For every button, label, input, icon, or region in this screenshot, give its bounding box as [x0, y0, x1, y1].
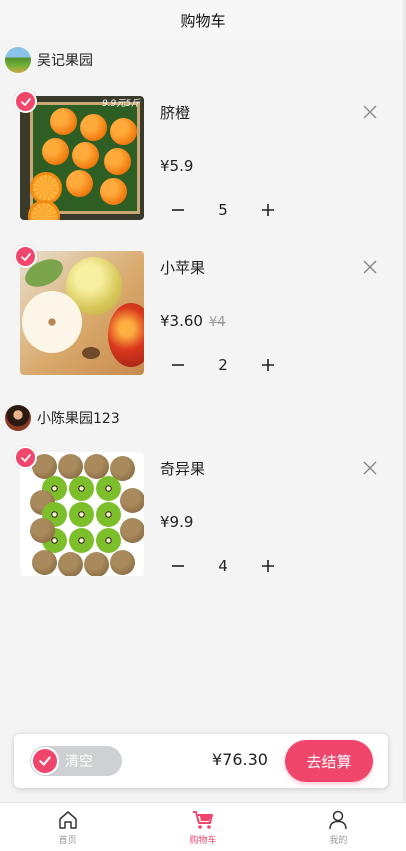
tab-profile[interactable]: 我的 [271, 803, 406, 851]
cart-item: 小苹果 ¥3.60 ¥4 2 [0, 245, 406, 400]
page-title: 购物车 [180, 11, 226, 30]
shop-header[interactable]: 吴记果园 [0, 40, 406, 80]
product-price: ¥3.60 ¥4 [160, 312, 226, 330]
quantity-stepper: 4 [168, 554, 278, 578]
plus-icon [262, 359, 274, 371]
tab-cart[interactable]: 购物车 [135, 803, 270, 851]
user-icon [329, 810, 348, 830]
quantity-stepper: 5 [168, 198, 278, 222]
close-icon [363, 105, 377, 119]
product-name: 奇异果 [160, 460, 206, 478]
quantity-value[interactable]: 4 [208, 557, 238, 575]
shop-header[interactable]: 小陈果园123 [0, 398, 406, 438]
quantity-stepper: 2 [168, 353, 278, 377]
decrease-button[interactable] [168, 556, 188, 576]
select-all-checkbox[interactable] [31, 747, 59, 775]
check-icon [20, 453, 31, 462]
product-image[interactable] [20, 251, 144, 375]
product-name: 脐橙 [160, 104, 191, 122]
clear-label: 清空 [65, 754, 93, 770]
minus-icon [172, 364, 184, 366]
total-price: ¥76.30 [212, 750, 268, 769]
remove-item-button[interactable] [362, 460, 378, 476]
tab-bar: 首页 购物车 我的 [0, 802, 406, 851]
product-image[interactable]: 9.9元5斤 [20, 96, 144, 220]
minus-icon [172, 209, 184, 211]
increase-button[interactable] [258, 355, 278, 375]
shop-avatar [5, 405, 31, 431]
plus-icon [262, 204, 274, 216]
decrease-button[interactable] [168, 200, 188, 220]
quantity-value[interactable]: 5 [208, 201, 238, 219]
tab-label: 首页 [58, 836, 77, 846]
minus-icon [172, 565, 184, 567]
cart-item: 9.9元5斤 脐橙 ¥5.9 5 [0, 90, 406, 245]
check-icon [20, 97, 31, 106]
check-icon [39, 756, 51, 766]
remove-item-button[interactable] [362, 104, 378, 120]
product-price: ¥9.9 [160, 513, 194, 531]
remove-item-button[interactable] [362, 259, 378, 275]
close-icon [363, 461, 377, 475]
item-checkbox[interactable] [14, 245, 37, 268]
product-price: ¥5.9 [160, 157, 194, 175]
item-checkbox[interactable] [14, 90, 37, 113]
decrease-button[interactable] [168, 355, 188, 375]
product-name: 小苹果 [160, 259, 206, 277]
product-image-caption: 9.9元5斤 [101, 99, 140, 109]
clear-cart-button[interactable]: 清空 [30, 746, 122, 776]
checkout-bar: 清空 ¥76.30 去结算 [14, 734, 388, 788]
close-icon [363, 260, 377, 274]
plus-icon [262, 560, 274, 572]
increase-button[interactable] [258, 556, 278, 576]
tab-label: 我的 [329, 836, 348, 846]
original-price: ¥4 [208, 315, 226, 330]
nav-bar: 购物车 [0, 0, 406, 40]
tab-home[interactable]: 首页 [0, 803, 135, 851]
shop-name: 小陈果园123 [37, 411, 120, 427]
quantity-value[interactable]: 2 [208, 356, 238, 374]
cart-icon [192, 811, 213, 829]
cart-item: 奇异果 ¥9.9 4 [0, 446, 406, 601]
checkout-button[interactable]: 去结算 [285, 740, 373, 782]
shop-name: 吴记果园 [37, 53, 93, 69]
home-icon [58, 811, 77, 829]
item-checkbox[interactable] [14, 446, 37, 469]
increase-button[interactable] [258, 200, 278, 220]
tab-label: 购物车 [189, 836, 217, 846]
shop-avatar [5, 47, 31, 73]
product-image[interactable] [20, 452, 144, 576]
check-icon [20, 252, 31, 261]
